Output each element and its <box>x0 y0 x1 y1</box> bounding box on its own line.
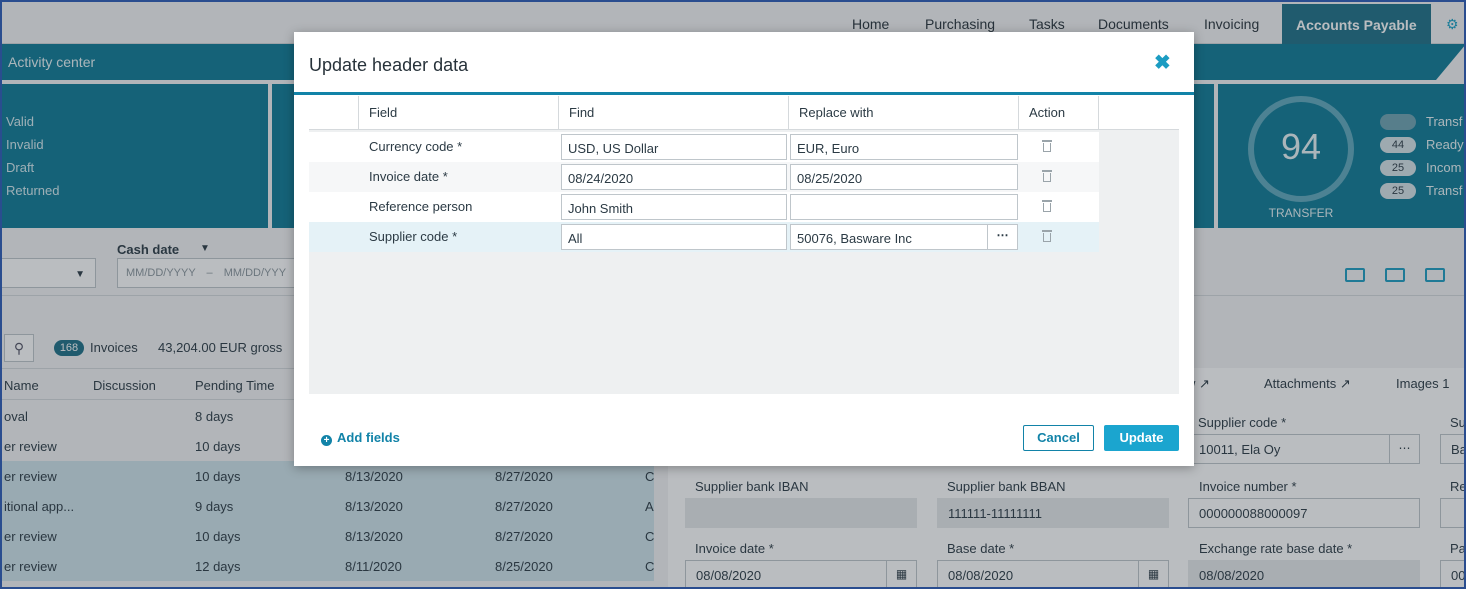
find-input[interactable]: John Smith <box>561 194 787 220</box>
update-button[interactable]: Update <box>1104 425 1179 451</box>
trash-lid <box>1042 230 1052 232</box>
column-divider <box>358 96 359 130</box>
replace-input[interactable]: EUR, Euro <box>790 134 1018 160</box>
field-name: Currency code * <box>369 139 463 154</box>
trash-icon[interactable] <box>1042 140 1052 152</box>
replace-value: 50076, Basware Inc <box>797 231 912 246</box>
replace-input[interactable] <box>790 194 1018 220</box>
grid-header: Field Find Replace with Action <box>309 96 1179 130</box>
update-header-dialog: Update header data ✖ Field Find Replace … <box>294 32 1194 466</box>
title-divider <box>294 92 1194 95</box>
find-input[interactable]: 08/24/2020 <box>561 164 787 190</box>
replace-value: EUR, Euro <box>797 141 860 156</box>
field-name: Reference person <box>369 199 473 214</box>
grid-row: Invoice date * 08/24/2020 08/25/2020 <box>309 162 1099 192</box>
trash-can <box>1043 143 1051 152</box>
add-fields-link[interactable]: + Add fields <box>321 430 400 446</box>
column-field: Field <box>369 105 398 120</box>
trash-lid <box>1042 200 1052 202</box>
trash-can <box>1043 203 1051 212</box>
grid-row: Reference person John Smith <box>309 192 1099 222</box>
trash-icon[interactable] <box>1042 170 1052 182</box>
column-divider <box>558 96 559 130</box>
field-name: Invoice date * <box>369 169 448 184</box>
column-find: Find <box>569 105 595 120</box>
column-divider <box>1098 96 1099 130</box>
more-icon[interactable]: ⋯ <box>987 225 1017 249</box>
close-icon[interactable]: ✖ <box>1154 50 1171 75</box>
grid-row: Currency code * USD, US Dollar EUR, Euro <box>309 132 1099 162</box>
column-divider <box>1018 96 1019 130</box>
column-action: Action <box>1029 105 1066 120</box>
trash-icon[interactable] <box>1042 230 1052 242</box>
column-replace: Replace with <box>799 105 874 120</box>
update-fields-grid: Field Find Replace with Action Currency … <box>309 96 1179 394</box>
trash-lid <box>1042 170 1052 172</box>
plus-circle-icon: + <box>321 435 332 446</box>
find-input[interactable]: USD, US Dollar <box>561 134 787 160</box>
replace-input[interactable]: 50076, Basware Inc ⋯ <box>790 224 1018 250</box>
trash-lid <box>1042 140 1052 142</box>
trash-can <box>1043 233 1051 242</box>
grid-row: Supplier code * All 50076, Basware Inc ⋯ <box>309 222 1099 252</box>
replace-value: 08/25/2020 <box>797 171 863 186</box>
field-name: Supplier code * <box>369 229 458 244</box>
trash-icon[interactable] <box>1042 200 1052 212</box>
cancel-button[interactable]: Cancel <box>1023 425 1094 451</box>
add-fields-label: Add fields <box>337 430 400 445</box>
replace-input[interactable]: 08/25/2020 <box>790 164 1018 190</box>
find-input[interactable]: All <box>561 224 787 250</box>
column-divider <box>788 96 789 130</box>
dialog-title: Update header data <box>309 55 469 75</box>
trash-can <box>1043 173 1051 182</box>
